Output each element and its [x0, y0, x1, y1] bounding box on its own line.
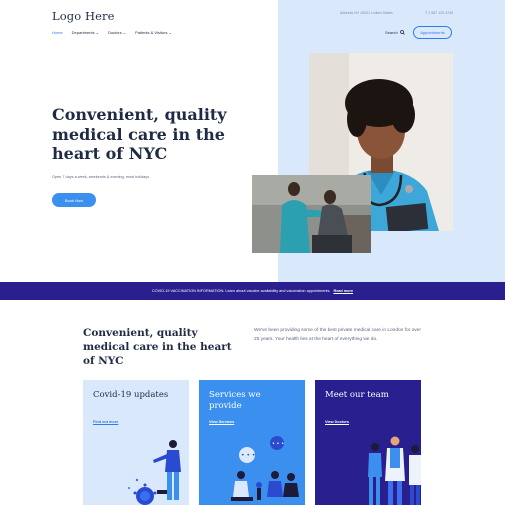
covid-illustration	[128, 440, 181, 505]
card-title: Covid-19 updates	[93, 390, 169, 400]
card-link[interactable]: View Doctors	[325, 420, 349, 424]
nav-item-label: Departments	[71, 30, 95, 35]
card-meet-team[interactable]: Meet our team View Doctors	[315, 380, 421, 505]
chevron-down-icon: ⌄	[168, 30, 172, 35]
card-title: Meet our team	[325, 390, 389, 400]
intro-title: Convenient, quality medical care in the …	[83, 327, 232, 367]
doctors-illustration	[368, 436, 421, 505]
nav-item-departments[interactable]: Departments⌄	[72, 30, 99, 35]
main-nav: Home Departments⌄ Doctors⌄ Patients & Vi…	[52, 30, 172, 35]
svg-text:• • •: • • •	[272, 441, 284, 447]
nav-item-home[interactable]: Home	[52, 30, 63, 35]
search-label: Search	[385, 30, 398, 35]
care-photo	[252, 175, 371, 253]
hero-title: Convenient, quality medical care in the …	[52, 105, 227, 163]
meeting-illustration: • • • • • •	[231, 436, 299, 501]
banner-read-more-link[interactable]: Read more	[333, 289, 353, 293]
card-covid-updates[interactable]: Covid-19 updates Find out more	[83, 380, 189, 505]
header-phone[interactable]: T 1 987 123 4749	[425, 11, 453, 15]
nav-item-label: Doctors	[107, 30, 122, 35]
card-link[interactable]: View Services	[209, 420, 234, 424]
card-link[interactable]: Find out more	[93, 420, 118, 424]
banner-text: COVID-19 VACCINATION INFORMATION: Learn …	[151, 289, 331, 293]
hero-subtitle: Open 7 days a week, weekends & evening, …	[52, 175, 150, 179]
nav-item-label: Patients & Visitors	[135, 30, 168, 35]
card-services[interactable]: Services we provide View Services • • • …	[199, 380, 305, 505]
search-button[interactable]: Search	[385, 30, 405, 35]
covid-banner: COVID-19 VACCINATION INFORMATION: Learn …	[0, 282, 505, 300]
page: Logo Here Address NY 10001 United States…	[0, 0, 505, 505]
logo[interactable]: Logo Here	[52, 9, 115, 23]
nav-item-patients-visitors[interactable]: Patients & Visitors⌄	[135, 30, 172, 35]
chevron-down-icon: ⌄	[122, 30, 127, 35]
book-now-button[interactable]: Book Now	[52, 193, 96, 207]
header-address: Address NY 10001 United States	[340, 11, 393, 15]
search-icon	[399, 30, 405, 35]
chevron-down-icon: ⌄	[95, 30, 99, 35]
nav-item-label: Home	[52, 30, 63, 35]
card-title: Services we provide	[209, 390, 261, 411]
nav-item-doctors[interactable]: Doctors⌄	[108, 30, 126, 35]
svg-text:• • •: • • •	[241, 452, 255, 459]
intro-text: We've been providing some of the best pr…	[254, 328, 421, 342]
appointments-button[interactable]: Appointments	[413, 26, 452, 39]
